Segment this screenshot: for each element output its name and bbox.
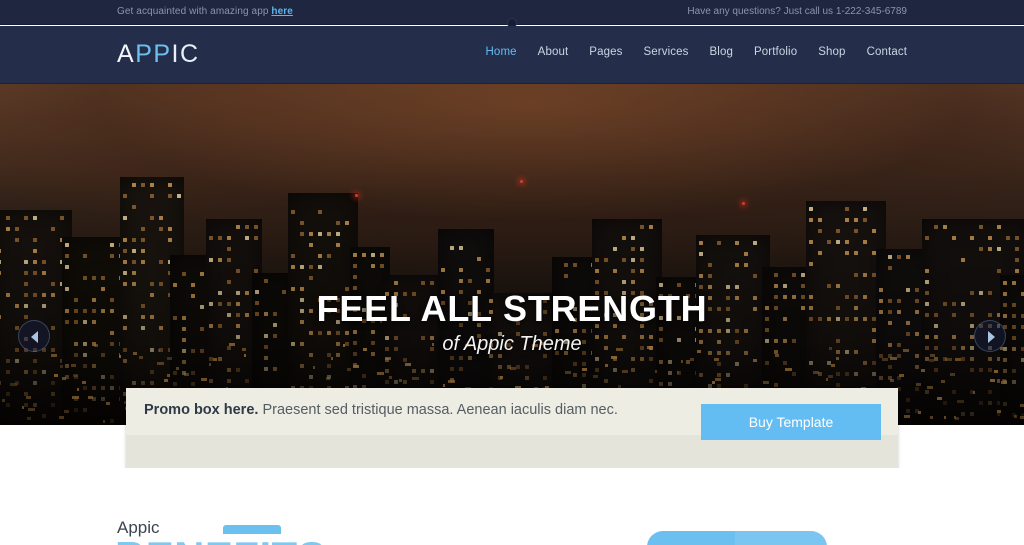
nav-item-shop[interactable]: Shop — [818, 46, 845, 58]
nav-item-portfolio[interactable]: Portfolio — [754, 46, 797, 58]
promo-text: Promo box here. Praesent sed tristique m… — [144, 402, 618, 418]
site-header: APPIC Home About Pages Services Blog Por… — [0, 26, 1024, 84]
nav-item-pages[interactable]: Pages — [589, 46, 622, 58]
nav-item-services[interactable]: Services — [643, 46, 688, 58]
hero-subtitle: of Appic Theme — [442, 333, 582, 356]
phone-illustration-highlight — [735, 531, 827, 545]
top-bar-here-link[interactable]: here — [271, 6, 293, 17]
top-utility-bar: Get acquainted with amazing app here Hav… — [0, 0, 1024, 28]
header-inner: APPIC Home About Pages Services Blog Por… — [117, 26, 907, 84]
carousel-prev-button[interactable] — [18, 320, 50, 352]
nav-item-contact[interactable]: Contact — [867, 46, 907, 58]
phone-illustration-notch — [223, 525, 281, 534]
promo-body: Praesent sed tristique massa. Aenean iac… — [258, 402, 618, 418]
benefits-section: Appic BENEFITS — [0, 468, 1024, 545]
page-root: Get acquainted with amazing app here Hav… — [0, 0, 1024, 545]
nav-item-about[interactable]: About — [538, 46, 569, 58]
benefits-inner: Appic BENEFITS — [115, 468, 907, 545]
hero-caption: FEEL ALL STRENGTH of Appic Theme — [0, 288, 1024, 356]
hero-overlay — [0, 84, 1024, 425]
nav-item-home[interactable]: Home — [486, 46, 517, 58]
hero-title: FEEL ALL STRENGTH — [316, 288, 708, 329]
logo-part-3: IC — [171, 40, 200, 68]
promo-box: Promo box here. Praesent sed tristique m… — [126, 388, 898, 468]
nav-item-blog[interactable]: Blog — [710, 46, 733, 58]
benefits-heading: BENEFITS — [115, 536, 326, 545]
main-navigation: Home About Pages Services Blog Portfolio… — [486, 46, 907, 58]
top-bar-phone: Have any questions? Just call us 1-222-3… — [687, 6, 907, 17]
hero-carousel: FEEL ALL STRENGTH of Appic Theme — [0, 84, 1024, 425]
promo-lead: Promo box here. — [144, 402, 259, 418]
top-bar-tagline: Get acquainted with amazing app here — [117, 6, 293, 17]
logo-part-1: A — [117, 40, 136, 68]
site-logo[interactable]: APPIC — [117, 40, 200, 69]
top-bar-tagline-text: Get acquainted with amazing app — [117, 6, 272, 17]
buy-template-button[interactable]: Buy Template — [701, 404, 881, 440]
carousel-next-button[interactable] — [974, 320, 1006, 352]
logo-part-2: PP — [135, 40, 172, 68]
